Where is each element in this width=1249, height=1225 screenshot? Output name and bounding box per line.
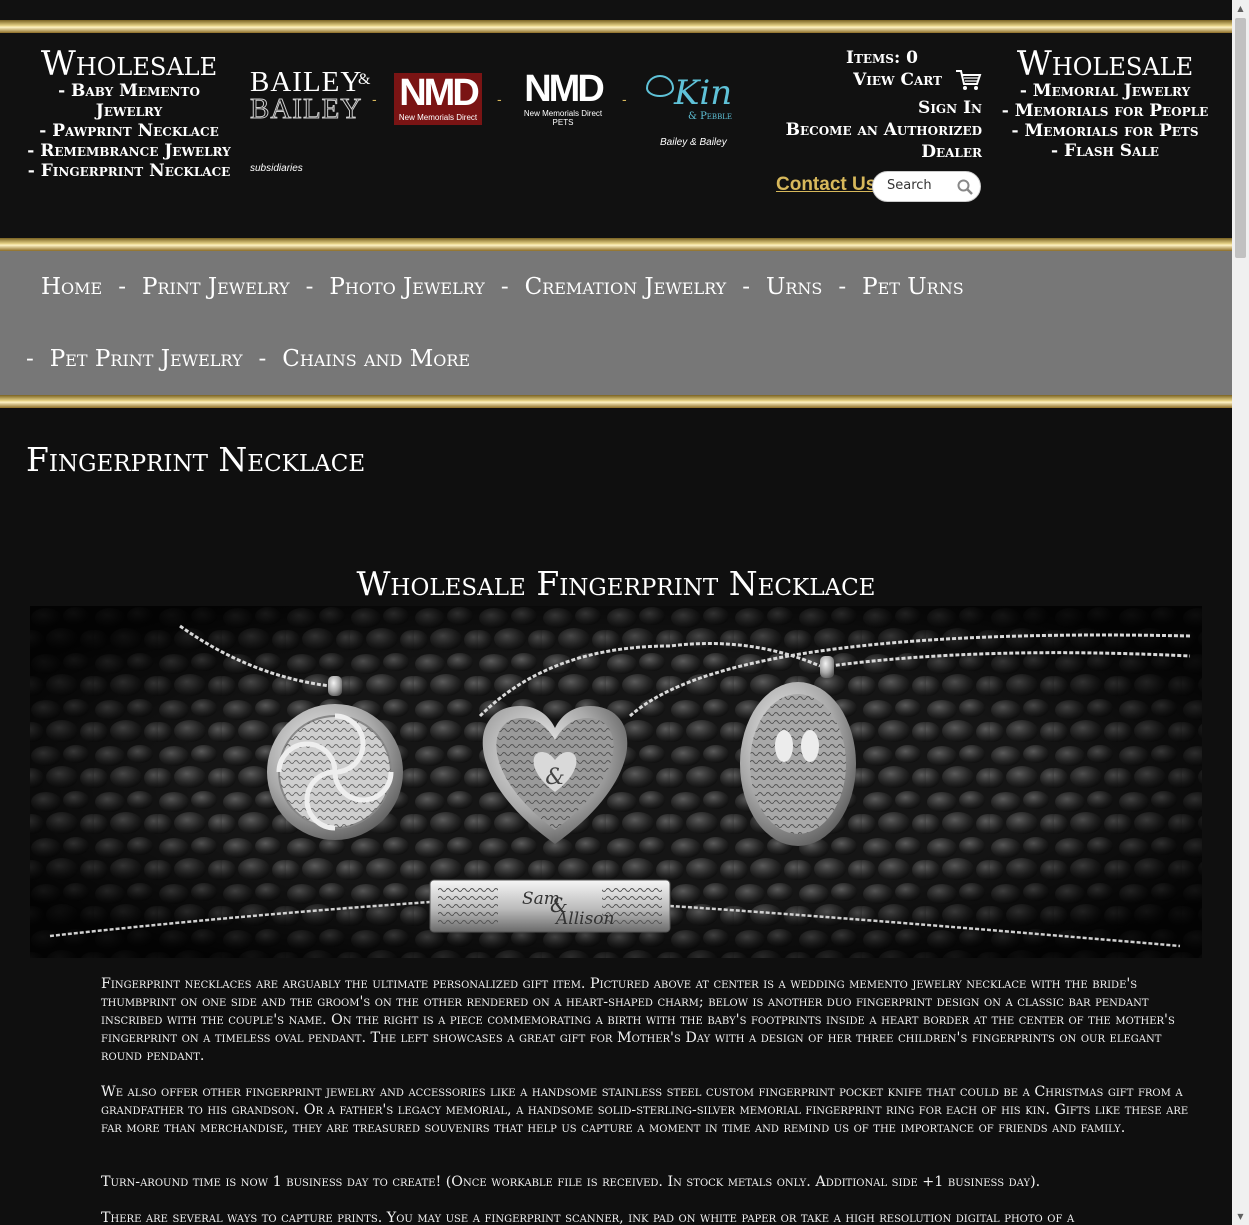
nav-pet-print-jewelry[interactable]: Pet Print Jewelry: [50, 346, 243, 372]
section-title: Wholesale Fingerprint Necklace: [356, 564, 876, 603]
nav-separator: -: [500, 274, 509, 300]
nav-separator: -: [258, 346, 267, 372]
link-flash-sale[interactable]: - Flash Sale: [1000, 141, 1210, 161]
main-nav: Home - Print Jewelry - Photo Jewelry - C…: [0, 251, 1232, 395]
link-memorial-jewelry[interactable]: - Memorial Jewelry: [1000, 81, 1210, 101]
nav-pet-urns[interactable]: Pet Urns: [862, 274, 964, 300]
contact-us-link[interactable]: Contact Us: [776, 174, 876, 196]
top-bar: [0, 0, 1232, 20]
nmd-pets-logo-text: NMD: [524, 68, 605, 110]
hero-necklaces-illustration: & Sam & Allison: [30, 606, 1202, 958]
sign-in-link[interactable]: Sign In: [918, 97, 982, 119]
kin-ring-icon: [646, 75, 674, 97]
nav-print-jewelry[interactable]: Print Jewelry: [142, 274, 290, 300]
cart-icon[interactable]: [954, 67, 982, 93]
nmd-logo[interactable]: NMD New Memorials Direct: [394, 73, 482, 125]
wholesale-right: Wholesale - Memorial Jewelry - Memorials…: [1000, 47, 1210, 161]
link-pawprint-necklace[interactable]: - Pawprint Necklace: [22, 121, 236, 141]
nav-separator: -: [305, 274, 314, 300]
main-content: Fingerprint Necklace Wholesale Fingerpri…: [0, 408, 1232, 1225]
nav-row-2: - Pet Print Jewelry - Chains and More: [26, 323, 470, 395]
site-header: Wholesale - Baby Memento Jewelry - Pawpr…: [0, 33, 1232, 238]
page-title: Fingerprint Necklace: [26, 440, 366, 479]
scrollbar-thumb[interactable]: [1235, 18, 1246, 258]
logo-separator: -: [372, 91, 377, 107]
kin-logo-text: Kin: [674, 73, 733, 113]
wholesale-right-title: Wholesale: [1016, 44, 1194, 84]
view-cart-link[interactable]: View Cart: [853, 69, 942, 91]
page: Wholesale - Baby Memento Jewelry - Pawpr…: [0, 0, 1232, 1225]
wholesale-right-links: - Memorial Jewelry - Memorials for Peopl…: [1000, 81, 1210, 161]
wholesale-left-links: - Baby Memento Jewelry - Pawprint Neckla…: [22, 81, 236, 181]
bailey-logo-line2: BAILEY: [250, 93, 363, 125]
link-fingerprint-necklace[interactable]: - Fingerprint Necklace: [22, 161, 236, 181]
bar-engraving-name-2: Allison: [554, 909, 615, 929]
become-dealer-link[interactable]: Become an Authorized Dealer: [770, 119, 982, 163]
nav-separator: -: [118, 274, 127, 300]
gold-divider-bottom: [0, 395, 1232, 408]
logo-separator: -: [622, 91, 627, 107]
nav-chains-and-more[interactable]: Chains and More: [282, 346, 470, 372]
link-baby-memento-jewelry[interactable]: - Baby Memento Jewelry: [22, 81, 236, 121]
logo-separator: -: [497, 91, 502, 107]
heart-amp-engraving: &: [545, 765, 565, 790]
nmd-logo-subtext: New Memorials Direct: [398, 113, 478, 122]
description-paragraph-2: We also offer other fingerprint jewelry …: [101, 1084, 1189, 1136]
turnaround-paragraph: Turn-around time is now 1 business day t…: [101, 1174, 1041, 1190]
search-input[interactable]: [887, 178, 959, 193]
bailey-logo-amp: &: [358, 71, 371, 88]
nav-photo-jewelry[interactable]: Photo Jewelry: [329, 274, 484, 300]
search-box: [872, 171, 981, 202]
nav-separator: -: [26, 346, 34, 372]
nav-urns[interactable]: Urns: [766, 274, 822, 300]
gold-divider-top: [0, 20, 1232, 33]
link-memorials-for-pets[interactable]: - Memorials for Pets: [1000, 121, 1210, 141]
cart-items-count[interactable]: Items: 0: [846, 47, 918, 69]
wholesale-left: Wholesale - Baby Memento Jewelry - Pawpr…: [22, 47, 236, 181]
hero-image: & Sam & Allison: [30, 606, 1202, 958]
bailey-caption: Bailey & Bailey: [660, 137, 727, 148]
nmd-pets-logo-pets: PETS: [552, 118, 574, 127]
link-memorials-for-people[interactable]: - Memorials for People: [1000, 101, 1210, 121]
gold-divider-mid: [0, 238, 1232, 251]
subsidiaries-label: subsidiaries: [250, 163, 303, 174]
vertical-scrollbar[interactable]: ▲ ▼: [1232, 0, 1249, 1225]
description-paragraph-1: Fingerprint necklaces are arguably the u…: [101, 976, 1175, 1064]
nav-separator: -: [742, 274, 750, 300]
nav-row-1: Home - Print Jewelry - Photo Jewelry - C…: [41, 251, 964, 323]
nmd-pets-logo[interactable]: NMD New Memorials Direct PETS: [516, 69, 610, 129]
nmd-pets-logo-subtext: New Memorials Direct: [523, 109, 603, 118]
scroll-up-icon[interactable]: ▲: [1232, 0, 1249, 17]
bailey-and-bailey-logo[interactable]: BAILEY & BAILEY: [250, 68, 378, 127]
scroll-down-icon[interactable]: ▼: [1232, 1208, 1249, 1225]
nav-home[interactable]: Home: [41, 274, 102, 300]
wholesale-left-title: Wholesale: [40, 44, 218, 84]
pebble-logo-text: & Pebble: [688, 111, 732, 122]
kin-and-pebble-logo[interactable]: Kin & Pebble: [644, 73, 734, 133]
nav-separator: -: [838, 274, 847, 300]
capture-prints-paragraph: There are several ways to capture prints…: [101, 1210, 1075, 1225]
link-remembrance-jewelry[interactable]: - Remembrance Jewelry: [22, 141, 236, 161]
nmd-logo-text: NMD: [399, 72, 480, 114]
nav-cremation-jewelry[interactable]: Cremation Jewelry: [525, 274, 727, 300]
search-icon[interactable]: [956, 178, 974, 196]
